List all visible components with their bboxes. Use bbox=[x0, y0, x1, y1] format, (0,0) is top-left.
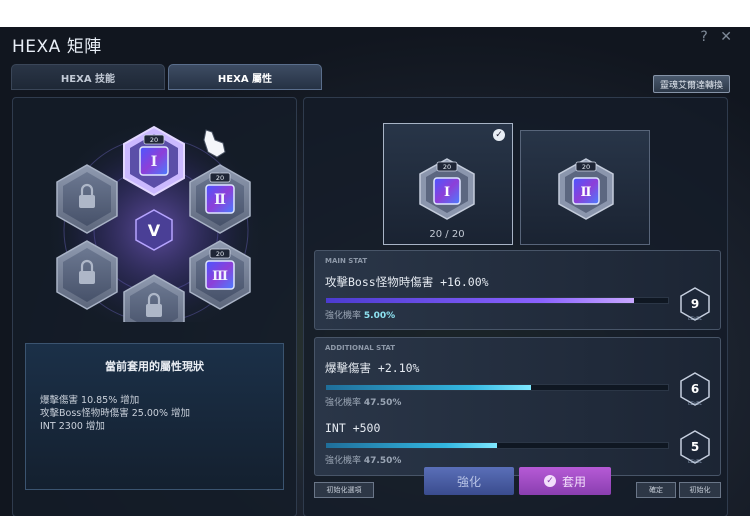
hex-top-right-level: 20 bbox=[216, 174, 224, 182]
confirm-button[interactable]: 確定 bbox=[636, 482, 676, 498]
main-stat-level-caption: LEVEL bbox=[688, 316, 702, 322]
main-stat-progress-fill bbox=[326, 298, 634, 303]
reset-options-button[interactable]: 初始化選項 bbox=[314, 482, 374, 498]
main-stat-rate-value: 5.00% bbox=[363, 311, 396, 321]
additional-stat-1-progress-bar bbox=[325, 384, 669, 391]
additional-stat-panel: ADDITIONAL STAT 爆擊傷害 +2.10% 強化機率 47.50% … bbox=[314, 337, 721, 476]
card1-count: 20 / 20 bbox=[429, 229, 465, 240]
hex-board: Ⅰ 20 Ⅱ 20 V Ⅲ 20 bbox=[46, 120, 266, 322]
additional-stat-1-rate-label: 強化機率 bbox=[325, 398, 362, 408]
apply-check-icon: ✓ bbox=[543, 475, 556, 487]
sol-erda-convert-button[interactable]: 靈魂艾爾達轉換 bbox=[652, 75, 730, 93]
status-lines: 爆擊傷害 10.85% 增加 攻擊Boss怪物時傷害 25.00% 增加 INT… bbox=[40, 394, 190, 433]
tab-hexa-skill[interactable]: HEXA 技能 bbox=[11, 64, 165, 90]
main-stat-rate-label: 強化機率 bbox=[325, 311, 362, 321]
card1-core-icon: Ⅰ 20 bbox=[419, 158, 475, 220]
svg-text:Ⅲ: Ⅲ bbox=[212, 269, 228, 284]
current-stat-status-box: 當前套用的屬性現狀 爆擊傷害 10.85% 增加 攻擊Boss怪物時傷害 25.… bbox=[25, 343, 284, 490]
additional-stat-2-level: 5 bbox=[691, 440, 699, 454]
apply-button[interactable]: ✓ 套用 bbox=[519, 467, 611, 495]
main-stat-level-badge: 9 LEVEL bbox=[680, 287, 710, 322]
initialize-button[interactable]: 初始化 bbox=[679, 482, 721, 498]
svg-text:Ⅰ: Ⅰ bbox=[151, 154, 158, 170]
v-symbol: V bbox=[148, 221, 161, 240]
tab-hexa-stat[interactable]: HEXA 屬性 bbox=[168, 64, 322, 90]
main-stat-panel: MAIN STAT 攻擊Boss怪物時傷害 +16.00% 強化機率 5.00%… bbox=[314, 250, 721, 330]
main-stat-rate: 強化機率 5.00% bbox=[325, 308, 395, 321]
additional-stat-1-level: 6 bbox=[691, 382, 699, 396]
additional-stat-2-level-caption: LEVEL bbox=[688, 459, 702, 465]
status-line: INT 2300 增加 bbox=[40, 421, 105, 432]
additional-stat-2-rate: 強化機率 47.50% bbox=[325, 453, 401, 466]
additional-stat-1-level-badge: 6 LEVEL bbox=[680, 372, 710, 407]
status-line: 爆擊傷害 10.85% 增加 bbox=[40, 395, 140, 406]
card2-core-icon: Ⅱ 20 bbox=[558, 158, 614, 220]
window-controls: ? ✕ bbox=[692, 29, 732, 45]
additional-stat-2-progress-fill bbox=[326, 443, 497, 448]
main-stat-progress-bar bbox=[325, 297, 669, 304]
additional-stat-1-rate-value: 47.50% bbox=[363, 398, 402, 408]
additional-stat-2-progress-bar bbox=[325, 442, 669, 449]
card2-level: 20 bbox=[582, 163, 590, 171]
additional-stat-1-level-caption: LEVEL bbox=[688, 401, 702, 407]
additional-stat-2-rate-label: 強化機率 bbox=[325, 456, 362, 466]
main-stat-name: 攻擊Boss怪物時傷害 +16.00% bbox=[325, 275, 489, 289]
help-icon[interactable]: ? bbox=[700, 29, 707, 45]
svg-text:Ⅱ: Ⅱ bbox=[214, 192, 226, 208]
hex-top-level: 20 bbox=[150, 136, 158, 144]
additional-stat-2-level-badge: 5 LEVEL bbox=[680, 430, 710, 465]
additional-stat-1-progress-fill bbox=[326, 385, 532, 390]
additional-stat-1-name: 爆擊傷害 +2.10% bbox=[325, 361, 420, 375]
status-title: 當前套用的屬性現狀 bbox=[105, 360, 204, 373]
svg-text:Ⅰ: Ⅰ bbox=[444, 185, 450, 200]
window-title: HEXA 矩陣 bbox=[12, 37, 102, 57]
card1-level: 20 bbox=[443, 163, 451, 171]
apply-label: 套用 bbox=[561, 474, 586, 489]
additional-stat-1-rate: 強化機率 47.50% bbox=[325, 395, 401, 408]
svg-text:Ⅱ: Ⅱ bbox=[581, 185, 592, 200]
additional-stat-caption: ADDITIONAL STAT bbox=[325, 344, 396, 352]
selected-check-icon: ✓ bbox=[493, 129, 505, 141]
main-stat-caption: MAIN STAT bbox=[325, 257, 368, 265]
close-icon[interactable]: ✕ bbox=[720, 29, 732, 45]
additional-stat-2-rate-value: 47.50% bbox=[363, 456, 402, 466]
additional-stat-2-name: INT +500 bbox=[325, 421, 381, 435]
hex-bottom-right-level: 20 bbox=[216, 250, 224, 258]
main-stat-level: 9 bbox=[691, 297, 699, 311]
status-line: 攻擊Boss怪物時傷害 25.00% 增加 bbox=[40, 408, 190, 419]
enhance-button[interactable]: 強化 bbox=[424, 467, 514, 495]
